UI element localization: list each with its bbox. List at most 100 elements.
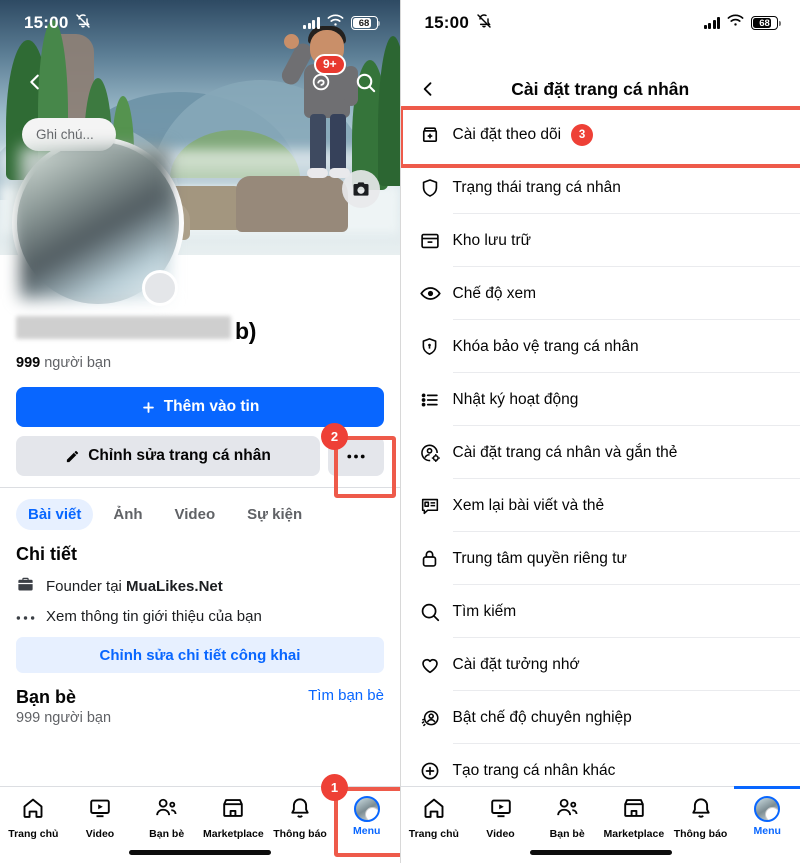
add-to-story-button[interactable]: Thêm vào tin [16,387,384,427]
menu-avatar-icon [353,796,380,822]
nav-item-home[interactable]: Trang chủ [0,787,67,840]
briefcase-icon [16,575,35,598]
nav-item-friends[interactable]: Bạn bè [133,787,200,840]
back-chevron-icon[interactable] [401,79,455,99]
menu-row-memorial[interactable]: Cài đặt tưởng nhớ [401,638,800,691]
menu-row-view-mode[interactable]: Chế độ xem [401,267,800,320]
profile-gear-icon [419,442,453,464]
heart-icon [419,654,453,676]
avatar-character [278,26,364,186]
menu-label-create-profile: Tạo trang cá nhân khác [452,761,616,779]
nav-label-marketplace: Marketplace [603,828,665,840]
marketplace-icon [622,796,646,825]
menu-label-memorial: Cài đặt tưởng nhớ [452,655,580,673]
nav-item-video[interactable]: Video [67,787,134,840]
friends-section-title: Bạn bè [16,687,77,707]
active-tab-underline [733,786,800,789]
cover-camera-button[interactable] [341,170,380,208]
menu-row-archive[interactable]: Kho lưu trữ [401,214,800,267]
threads-icon[interactable]: 9+ [304,54,346,99]
video-icon [88,796,112,825]
battery-level: 68 [358,17,370,29]
menu-row-profile-status[interactable]: Trạng thái trang cá nhân [401,161,800,214]
menu-row-follow-settings[interactable]: Cài đặt theo dõi 3 [401,108,800,161]
friend-count-label: người bạn [44,355,112,371]
menu-label-professional-mode: Bật chế độ chuyên nghiệp [452,708,632,726]
bell-slash-icon [476,13,492,34]
tab-posts[interactable]: Bài viết [16,499,94,530]
menu-row-professional-mode[interactable]: Bật chế độ chuyên nghiệp [401,691,800,744]
status-bar: 15:00 68 [0,0,400,46]
friends-icon [154,796,179,825]
video-icon [489,796,513,825]
edit-profile-button[interactable]: Chỉnh sửa trang cá nhân [16,436,320,476]
tab-photos[interactable]: Ảnh [101,499,154,530]
menu-label-review-posts: Xem lại bài viết và thẻ [452,496,605,514]
search-icon[interactable] [348,65,382,99]
annotation-number-2: 2 [321,423,348,450]
menu-row-privacy-center[interactable]: Trung tâm quyền riêng tư [401,532,800,585]
wifi-icon [327,14,344,32]
menu-row-activity-log[interactable]: Nhật ký hoạt động [401,373,800,426]
shield-icon [419,177,453,199]
menu-row-review-posts[interactable]: Xem lại bài viết và thẻ [401,479,800,532]
menu-label-profile-status: Trạng thái trang cá nhân [452,178,621,196]
nav-label-video: Video [486,828,515,840]
cellular-signal-icon [303,17,320,29]
nav-item-friends[interactable]: Bạn bè [534,787,601,840]
menu-row-search[interactable]: Tìm kiếm [401,585,800,638]
bell-icon [288,796,312,825]
shield-lock-icon [419,336,453,357]
status-time-right: 15:00 [424,13,469,32]
tab-videos[interactable]: Video [163,499,228,530]
menu-row-profile-tagging[interactable]: Cài đặt trang cá nhân và gắn thẻ [401,426,800,479]
detail-about[interactable]: Xem thông tin giới thiệu của bạn [0,598,400,625]
edit-profile-label: Chỉnh sửa trang cá nhân [88,447,271,464]
menu-label-activity-log: Nhật ký hoạt động [452,390,579,408]
ellipsis-icon [16,608,35,625]
menu-label-profile-tagging: Cài đặt trang cá nhân và gắn thẻ [452,443,678,461]
menu-avatar-icon [754,796,781,822]
nav-label-menu: Menu [753,825,781,837]
detail-work[interactable]: Founder tại MuaLikes.Net [0,565,400,598]
menu-row-profile-lock[interactable]: Khóa bảo vệ trang cá nhân [401,320,800,373]
status-bar-right: 15:00 68 [401,0,800,46]
find-friends-link[interactable]: Tìm bạn bè [308,687,384,704]
friend-count-number: 999 [16,355,41,371]
plus-circle-icon [419,760,453,782]
nav-item-marketplace[interactable]: Marketplace [601,787,668,840]
friends-section-header: Bạn bè 999 người bạn Tìm bạn bè [0,673,400,726]
nav-label-friends: Bạn bè [549,828,585,840]
bell-slash-icon [75,13,91,34]
nav-label-notifications: Thông báo [673,828,728,840]
nav-item-video[interactable]: Video [467,787,534,840]
professional-mode-icon [419,707,453,729]
menu-label-follow-settings: Cài đặt theo dõi [452,125,562,143]
nav-item-marketplace[interactable]: Marketplace [200,787,267,840]
profile-name-redacted [16,316,231,339]
page-title: Cài đặt trang cá nhân [511,78,690,99]
right-phone-screen: 15:00 68 Cài đặt trang cá nhân Cài đặt t… [399,0,800,863]
lock-icon [419,548,453,569]
back-chevron-icon[interactable] [18,65,52,99]
review-posts-icon [419,495,453,517]
nav-item-notifications[interactable]: Thông báo [667,787,734,840]
profile-name: b) [16,316,384,350]
profile-name-suffix: b) [235,318,257,344]
tab-events[interactable]: Sự kiện [235,499,314,530]
edit-public-details-button[interactable]: Chỉnh sửa chi tiết công khai [16,637,384,673]
nav-item-menu[interactable]: Menu [733,786,800,837]
profile-tabs: Bài viết Ảnh Video Sự kiện [0,488,400,530]
menu-label-archive: Kho lưu trữ [452,231,531,249]
list-icon [419,389,453,411]
cellular-signal-icon [703,17,720,29]
nav-item-home[interactable]: Trang chủ [401,787,468,840]
left-phone-screen: 15:00 68 9+ Ghi chú... b) 999 người bạn … [0,0,400,863]
battery-indicator-right: 68 [751,16,781,30]
status-time: 15:00 [24,13,69,32]
nav-label-menu: Menu [352,825,381,837]
add-to-story-label: Thêm vào tin [163,398,260,415]
friend-count: 999 người bạn [16,355,384,371]
avatar-camera-button[interactable] [142,270,178,306]
threads-badge: 9+ [314,54,346,75]
